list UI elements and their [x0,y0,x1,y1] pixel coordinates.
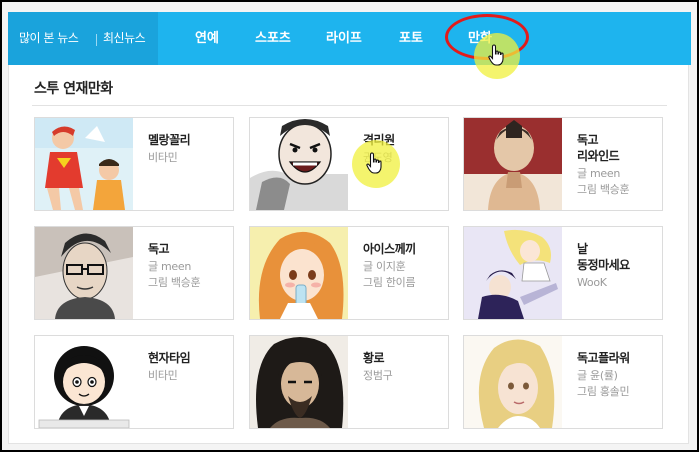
nav-left-group: 많이 본 뉴스 최신뉴스 [8,12,158,65]
hand-pointer-icon [366,152,384,179]
comic-card[interactable]: 멜랑꼴리 비타민 [34,117,234,211]
comic-info: 멜랑꼴리 비타민 [148,132,233,166]
comic-card[interactable]: 격리원 권도영 [249,117,449,211]
nav-sports[interactable]: 스포츠 [255,12,291,65]
comic-thumbnail[interactable] [250,118,348,210]
hand-pointer-icon [488,44,506,71]
comic-card[interactable]: 독고플라워 글 윤(률) 그림 홍솔민 [463,335,663,429]
comic-artist: 그림 한이름 [363,276,416,289]
comic-card[interactable]: 독고 리와인드 글 meen 그림 백승훈 [463,117,663,211]
nav-latest-news[interactable]: 최신뉴스 [103,12,146,65]
comic-info: 독고플라워 글 윤(률) 그림 홍솔민 [577,350,662,400]
comic-thumbnail[interactable] [464,336,562,428]
comic-info: 현자타임 비타민 [148,350,233,384]
comic-info: 독고 글 meen 그림 백승훈 [148,241,233,291]
comic-card[interactable]: 황로 정범구 [249,335,449,429]
comic-author: 비타민 [148,151,178,164]
comic-thumbnail[interactable] [35,336,133,428]
nav-separator [96,34,97,46]
comic-thumbnail[interactable] [35,227,133,319]
comic-writer: 글 meen [148,260,192,273]
comic-thumbnail[interactable] [464,118,562,210]
top-nav-bar: 많이 본 뉴스 최신뉴스 연예 스포츠 라이프 포토 만화 [8,12,691,65]
comic-card[interactable]: 날 동정마세요 WooK [463,226,663,320]
comic-writer: 글 이지훈 [363,260,406,273]
comic-info: 독고 리와인드 글 meen 그림 백승훈 [577,132,662,198]
comic-writer: 글 meen [577,167,621,180]
comic-title[interactable]: 독고 리와인드 [577,132,662,164]
nav-entertainment[interactable]: 연예 [195,12,219,65]
comic-artist: 그림 백승훈 [577,183,630,196]
comic-title[interactable]: 현자타임 [148,350,233,366]
comic-thumbnail[interactable] [35,118,133,210]
nav-most-viewed-news[interactable]: 많이 본 뉴스 [19,12,79,65]
comic-card[interactable]: 독고 글 meen 그림 백승훈 [34,226,234,320]
comic-card[interactable]: 아이스께끼 글 이지훈 그림 한이름 [249,226,449,320]
comic-author: WooK [577,276,607,289]
comic-writer: 글 윤(률) [577,369,618,382]
comic-card[interactable]: 현자타임 비타민 [34,335,234,429]
nav-photo[interactable]: 포토 [399,12,423,65]
comic-author: 정범구 [363,369,393,382]
comic-title[interactable]: 독고플라워 [577,350,662,366]
section-divider [32,105,667,106]
comic-thumbnail[interactable] [250,227,348,319]
comic-title[interactable]: 황로 [363,350,448,366]
comic-info: 날 동정마세요 WooK [577,241,662,291]
nav-life[interactable]: 라이프 [326,12,362,65]
comic-thumbnail[interactable] [464,227,562,319]
comic-thumbnail[interactable] [250,336,348,428]
comic-info: 아이스께끼 글 이지훈 그림 한이름 [363,241,448,291]
comic-author: 비타민 [148,369,178,382]
comic-info: 황로 정범구 [363,350,448,384]
comic-artist: 그림 홍솔민 [577,385,630,398]
comic-title[interactable]: 날 동정마세요 [577,241,662,273]
comic-title[interactable]: 멜랑꼴리 [148,132,233,148]
comic-title[interactable]: 독고 [148,241,233,257]
comic-artist: 그림 백승훈 [148,276,201,289]
comic-title[interactable]: 아이스께끼 [363,241,448,257]
section-title: 스투 연재만화 [34,81,113,97]
